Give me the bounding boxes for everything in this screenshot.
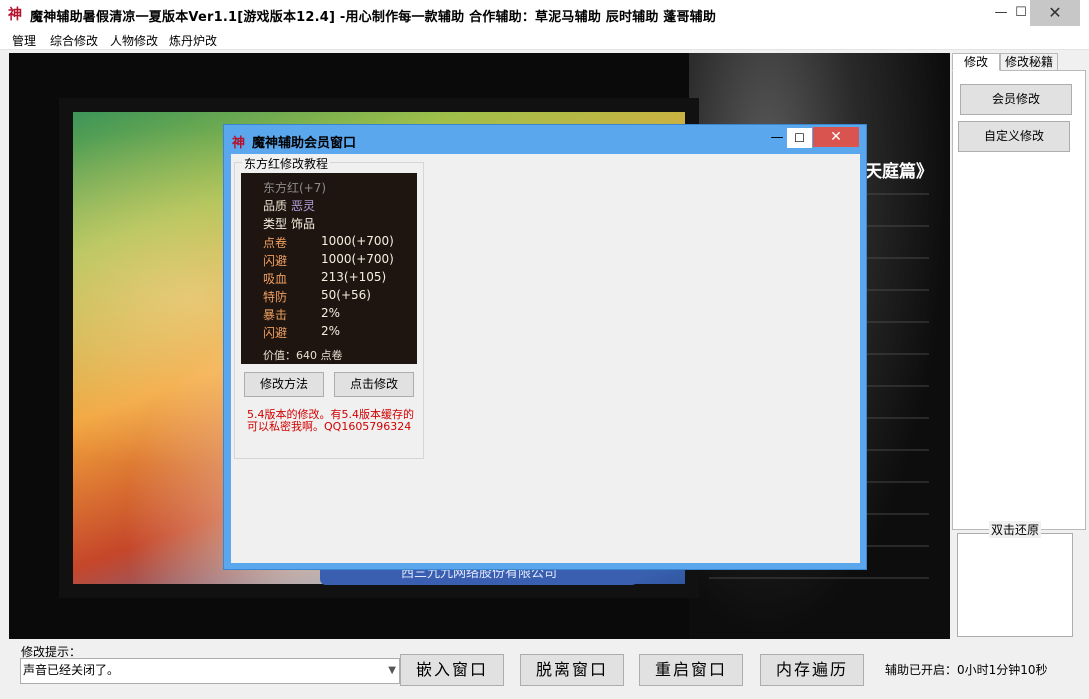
- restore-list[interactable]: [957, 533, 1073, 637]
- item-stat-row: 闪避 2%: [263, 324, 341, 340]
- menu-item-manage[interactable]: 管理: [12, 32, 36, 49]
- close-button[interactable]: ✕: [1030, 0, 1080, 26]
- tab-panel: 会员修改 自定义修改: [952, 70, 1086, 530]
- dialog-title: 魔神辅助会员窗口: [252, 136, 357, 151]
- hint-text: 声音已经关闭了。: [23, 663, 120, 677]
- hint-combobox[interactable]: 声音已经关闭了。 ▼: [20, 658, 400, 684]
- item-stat-row: 吸血 213(+105): [263, 270, 387, 286]
- item-stat-row: 品质 恶灵: [263, 199, 316, 213]
- dialog-body: 东方红修改教程 东方红(+7) 品质 恶灵 类型 饰品 点卷 1000(+700) 闪…: [231, 154, 860, 563]
- title-bar: 神 魔神辅助暑假清凉一夏版本Ver1.1[游戏版本12.4] -用心制作每一款辅…: [0, 0, 1089, 30]
- dialog-close-button[interactable]: ✕: [813, 127, 859, 147]
- bottom-bar: 修改提示： 声音已经关闭了。 ▼ 嵌入窗口 脱离窗口 重启窗口 内存遍历 辅助已…: [9, 640, 1089, 699]
- item-stat-row: 闪避 1000(+700): [263, 252, 394, 268]
- menu-item-general[interactable]: 综合修改: [50, 32, 98, 49]
- app-logo: 神: [8, 7, 22, 23]
- item-stat-row: 类型 饰品: [263, 217, 316, 231]
- right-panel: 修改 修改秘籍 会员修改 自定义修改 双击还原: [952, 53, 1089, 639]
- game-chapter-text: 天庭篇》: [865, 162, 933, 182]
- group-label: 东方红修改教程: [242, 155, 331, 172]
- custom-modify-button[interactable]: 自定义修改: [958, 121, 1070, 152]
- restore-label: 双击还原: [989, 521, 1042, 538]
- item-stat-row: 点卷 1000(+700): [263, 234, 394, 250]
- tutorial-group: 东方红修改教程 东方红(+7) 品质 恶灵 类型 饰品 点卷 1000(+700) 闪…: [234, 155, 424, 459]
- embed-window-button[interactable]: 嵌入窗口: [400, 654, 504, 686]
- apply-modify-button[interactable]: 点击修改: [334, 372, 414, 397]
- dialog-logo: 神: [232, 136, 246, 151]
- restore-group: 双击还原: [955, 521, 1073, 637]
- member-dialog: 神 魔神辅助会员窗口 — ☐ ✕ 东方红修改教程 东方红(+7) 品质 恶灵 类型…: [223, 124, 867, 570]
- menu-item-furnace[interactable]: 炼丹炉改: [169, 32, 217, 49]
- item-stat-row: 暴击 2%: [263, 306, 341, 322]
- menu-bar: 管理 综合修改 人物修改 炼丹炉改: [0, 30, 1089, 50]
- tab-cheats[interactable]: 修改秘籍: [1000, 53, 1058, 71]
- window-title: 魔神辅助暑假清凉一夏版本Ver1.1[游戏版本12.4] -用心制作每一款辅助 …: [30, 10, 717, 25]
- chevron-down-icon[interactable]: ▼: [388, 665, 396, 676]
- dialog-maximize-button[interactable]: ☐: [787, 128, 812, 148]
- tab-modify[interactable]: 修改: [952, 53, 1000, 71]
- memory-scan-button[interactable]: 内存遍历: [760, 654, 864, 686]
- uptime-status: 辅助已开启：0小时1分钟10秒: [885, 663, 1048, 677]
- menu-item-character[interactable]: 人物修改: [110, 32, 158, 49]
- member-modify-button[interactable]: 会员修改: [960, 84, 1072, 115]
- item-stats-image: 东方红(+7) 品质 恶灵 类型 饰品 点卷 1000(+700) 闪避 1000(+7…: [241, 173, 417, 364]
- item-price: 价值：640 点卷: [263, 349, 343, 362]
- version-note: 5.4版本的修改。有5.4版本缓存的可以私密我啊。QQ1605796324: [247, 408, 414, 433]
- item-name: 东方红(+7): [263, 181, 327, 195]
- detach-window-button[interactable]: 脱离窗口: [520, 654, 624, 686]
- item-stat-row: 特防 50(+56): [263, 288, 371, 304]
- modify-method-button[interactable]: 修改方法: [244, 372, 324, 397]
- restart-window-button[interactable]: 重启窗口: [639, 654, 743, 686]
